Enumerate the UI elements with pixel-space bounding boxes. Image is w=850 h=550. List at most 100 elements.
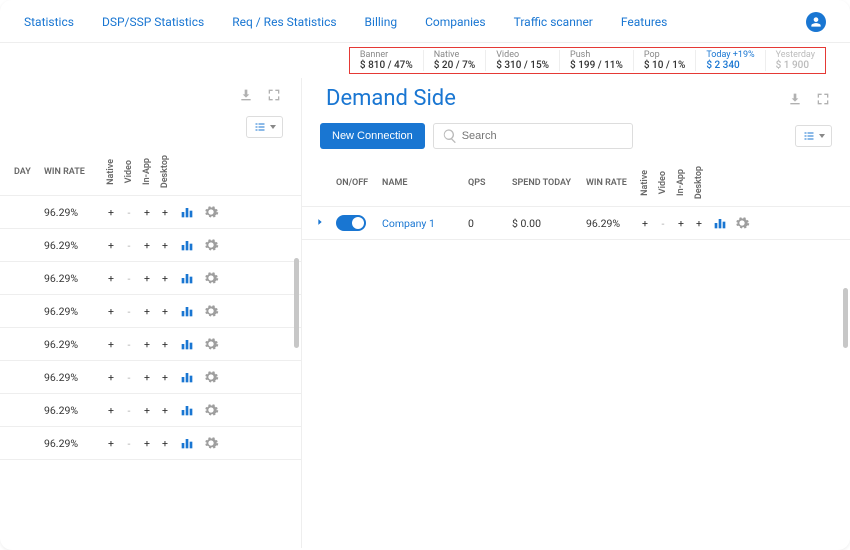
toggle-switch[interactable] xyxy=(336,215,366,231)
chevron-down-icon xyxy=(270,125,276,129)
inapp-cell: + xyxy=(138,206,156,219)
new-connection-button[interactable]: New Connection xyxy=(320,123,425,149)
inapp-cell: + xyxy=(138,437,156,450)
nav-statistics[interactable]: Statistics xyxy=(24,15,74,29)
col-win[interactable]: WIN RATE xyxy=(582,178,636,188)
col-desktop[interactable]: Desktop xyxy=(690,166,708,199)
table-row: 96.29% + - + + xyxy=(0,196,301,229)
search-input[interactable] xyxy=(433,123,633,149)
gear-icon[interactable] xyxy=(202,335,220,353)
table-row: 96.29% + - + + xyxy=(0,262,301,295)
fullscreen-icon[interactable] xyxy=(265,86,283,104)
inapp-cell: + xyxy=(138,272,156,285)
video-cell: - xyxy=(120,404,138,417)
col-desktop[interactable]: Desktop xyxy=(156,155,174,188)
stats-strip: Banner$ 810 / 47% Native$ 20 / 7% Video$… xyxy=(0,43,850,78)
nav-companies[interactable]: Companies xyxy=(425,15,486,29)
desktop-cell: + xyxy=(156,206,174,219)
table-row: 96.29% + - + + xyxy=(0,361,301,394)
desktop-cell: + xyxy=(156,338,174,351)
chart-icon[interactable] xyxy=(178,335,196,353)
nav-features[interactable]: Features xyxy=(621,15,667,29)
video-cell: - xyxy=(120,206,138,219)
stat-video: Video$ 310 / 15% xyxy=(486,50,560,71)
native-cell: + xyxy=(102,206,120,219)
spend-cell: $ 0.00 xyxy=(508,217,582,230)
video-cell: - xyxy=(120,437,138,450)
chart-icon[interactable] xyxy=(712,214,728,232)
col-win-rate[interactable]: WIN RATE xyxy=(40,167,102,177)
video-cell: - xyxy=(120,371,138,384)
right-table: ON/OFF NAME QPS SPEND TODAY WIN RATE Nat… xyxy=(302,159,850,240)
desktop-cell: + xyxy=(156,305,174,318)
chart-icon[interactable] xyxy=(178,434,196,452)
native-cell: + xyxy=(636,217,654,230)
chart-icon[interactable] xyxy=(178,269,196,287)
win-rate-cell: 96.29% xyxy=(40,272,102,285)
win-rate-cell: 96.29% xyxy=(40,338,102,351)
desktop-cell: + xyxy=(156,437,174,450)
company-link[interactable]: Company 1 xyxy=(378,217,464,230)
win-rate-cell: 96.29% xyxy=(40,404,102,417)
gear-icon[interactable] xyxy=(202,368,220,386)
gear-icon[interactable] xyxy=(202,236,220,254)
page-title: Demand Side xyxy=(320,86,456,111)
col-video[interactable]: Video xyxy=(120,160,138,183)
col-native[interactable]: Native xyxy=(636,170,654,196)
chevron-down-icon xyxy=(819,134,825,138)
download-icon[interactable] xyxy=(237,86,255,104)
col-native[interactable]: Native xyxy=(102,159,120,185)
list-style-button[interactable] xyxy=(795,125,832,147)
native-cell: + xyxy=(102,371,120,384)
stat-pop: Pop$ 10 / 1% xyxy=(634,50,696,71)
qps-cell: 0 xyxy=(464,217,508,230)
stat-banner: Banner$ 810 / 47% xyxy=(350,50,424,71)
nav-dsp-ssp[interactable]: DSP/SSP Statistics xyxy=(102,15,204,29)
inapp-cell: + xyxy=(138,404,156,417)
download-icon[interactable] xyxy=(786,90,804,108)
stat-native: Native$ 20 / 7% xyxy=(424,50,486,71)
col-spend[interactable]: SPEND TODAY xyxy=(508,178,582,188)
fullscreen-icon[interactable] xyxy=(814,90,832,108)
nav-traffic-scanner[interactable]: Traffic scanner xyxy=(514,15,593,29)
expand-row-button[interactable] xyxy=(302,217,332,230)
gear-icon[interactable] xyxy=(202,302,220,320)
col-day[interactable]: DAY xyxy=(0,167,40,177)
gear-icon[interactable] xyxy=(202,203,220,221)
nav-billing[interactable]: Billing xyxy=(365,15,398,29)
gear-icon[interactable] xyxy=(734,214,750,232)
chart-icon[interactable] xyxy=(178,302,196,320)
col-onoff[interactable]: ON/OFF xyxy=(332,178,378,188)
win-rate-cell: 96.29% xyxy=(582,217,636,230)
top-nav: Statistics DSP/SSP Statistics Req / Res … xyxy=(0,0,850,43)
gear-icon[interactable] xyxy=(202,401,220,419)
table-row: 96.29% + - + + xyxy=(0,427,301,460)
desktop-cell: + xyxy=(156,404,174,417)
native-cell: + xyxy=(102,305,120,318)
account-icon[interactable] xyxy=(806,12,826,32)
native-cell: + xyxy=(102,272,120,285)
video-cell: - xyxy=(654,217,672,230)
nav-req-res[interactable]: Req / Res Statistics xyxy=(232,15,336,29)
chart-icon[interactable] xyxy=(178,236,196,254)
video-cell: - xyxy=(120,305,138,318)
gear-icon[interactable] xyxy=(202,434,220,452)
gear-icon[interactable] xyxy=(202,269,220,287)
col-inapp[interactable]: In-App xyxy=(672,169,690,196)
inapp-cell: + xyxy=(138,239,156,252)
chart-icon[interactable] xyxy=(178,368,196,386)
desktop-cell: + xyxy=(156,371,174,384)
scrollbar[interactable] xyxy=(294,258,299,348)
list-style-button[interactable] xyxy=(246,116,283,138)
native-cell: + xyxy=(102,239,120,252)
col-qps[interactable]: QPS xyxy=(464,178,508,188)
chart-icon[interactable] xyxy=(178,203,196,221)
chart-icon[interactable] xyxy=(178,401,196,419)
col-inapp[interactable]: In-App xyxy=(138,158,156,185)
table-row: 96.29% + - + + xyxy=(0,229,301,262)
win-rate-cell: 96.29% xyxy=(40,437,102,450)
win-rate-cell: 96.29% xyxy=(40,239,102,252)
col-video[interactable]: Video xyxy=(654,171,672,194)
col-name[interactable]: NAME xyxy=(378,178,464,188)
scrollbar[interactable] xyxy=(843,288,848,348)
